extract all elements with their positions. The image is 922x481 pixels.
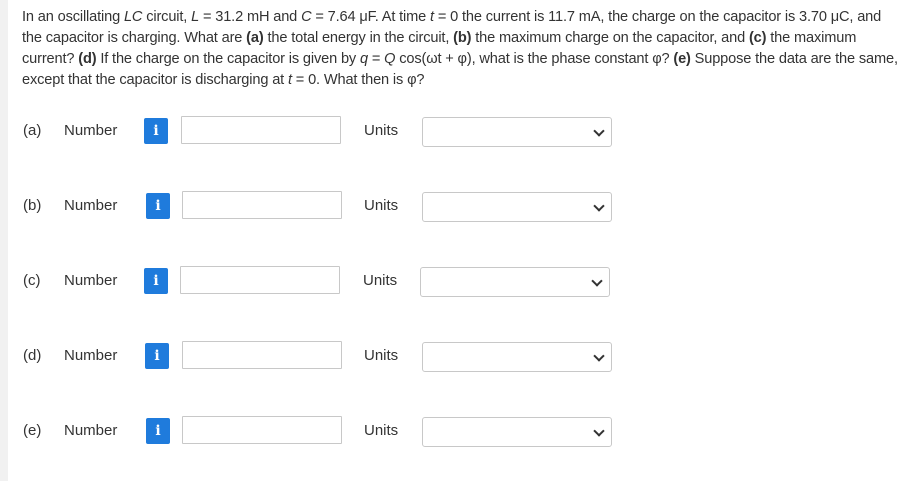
info-icon[interactable]: i — [146, 418, 170, 444]
units-dropdown-a[interactable] — [422, 117, 612, 147]
units-label: Units — [364, 197, 399, 214]
units-dropdown-d[interactable] — [422, 342, 612, 372]
units-label: Units — [364, 122, 399, 139]
info-icon[interactable]: i — [145, 343, 169, 369]
question-card: In an oscillating LC circuit, L = 31.2 m… — [8, 0, 922, 481]
number-label: Number — [64, 422, 118, 439]
part-label: (b) — [23, 197, 42, 214]
units-dropdown-e[interactable] — [422, 417, 612, 447]
info-icon[interactable]: i — [146, 193, 170, 219]
number-input-c[interactable] — [180, 266, 340, 294]
number-input-d[interactable] — [182, 341, 342, 369]
part-label: (e) — [23, 422, 42, 439]
number-input-b[interactable] — [182, 191, 342, 219]
answer-row-d: (d) Number i Units — [8, 341, 922, 373]
units-label: Units — [363, 272, 398, 289]
number-label: Number — [64, 272, 118, 289]
chevron-down-icon — [593, 425, 605, 437]
part-label: (c) — [23, 272, 41, 289]
info-icon[interactable]: i — [144, 268, 168, 294]
answer-row-b: (b) Number i Units — [8, 191, 922, 223]
number-label: Number — [64, 347, 118, 364]
part-label: (d) — [23, 347, 42, 364]
info-icon[interactable]: i — [144, 118, 168, 144]
chevron-down-icon — [593, 200, 605, 212]
answer-row-c: (c) Number i Units — [8, 266, 922, 298]
question-text: In an oscillating LC circuit, L = 31.2 m… — [22, 9, 898, 88]
part-label: (a) — [23, 122, 42, 139]
chevron-down-icon — [593, 125, 605, 137]
chevron-down-icon — [591, 275, 603, 287]
units-label: Units — [364, 347, 399, 364]
chevron-down-icon — [593, 350, 605, 362]
units-label: Units — [364, 422, 399, 439]
answer-row-a: (a) Number i Units — [8, 116, 922, 148]
answer-row-e: (e) Number i Units — [8, 416, 922, 448]
units-dropdown-c[interactable] — [420, 267, 610, 297]
number-input-e[interactable] — [182, 416, 342, 444]
number-label: Number — [64, 197, 118, 214]
number-label: Number — [64, 122, 118, 139]
number-input-a[interactable] — [181, 116, 341, 144]
units-dropdown-b[interactable] — [422, 192, 612, 222]
